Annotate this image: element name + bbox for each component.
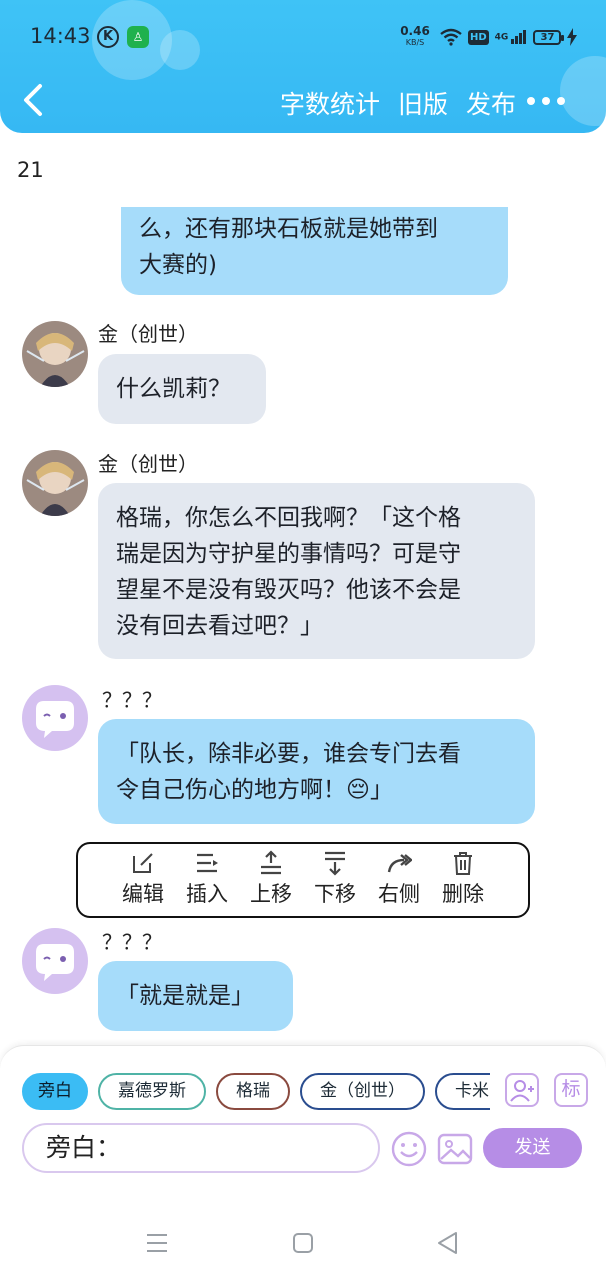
message-bubble[interactable]: 「就是就是」 [98, 961, 293, 1031]
menu-icon[interactable] [146, 1233, 168, 1253]
message-text: 大赛的) [139, 252, 217, 278]
sender-name: 金（创世） [98, 322, 198, 346]
word-count-button[interactable]: 字数统计 [280, 85, 380, 121]
k-app-icon: K [97, 26, 119, 48]
message-text: 瑞是因为守护星的事情吗？可是守 [116, 541, 461, 567]
message-action-toolbar: 编辑 插入 上移 下移 右侧 删除 [76, 842, 530, 918]
avatar[interactable] [22, 685, 88, 751]
net-speed-unit: KB/S [405, 38, 425, 47]
character-chip[interactable]: 卡米 [435, 1073, 490, 1110]
emoji-icon[interactable] [390, 1130, 428, 1168]
message-bubble[interactable]: 什么凯莉？ [98, 354, 266, 424]
app-notification-icon: ♙ [127, 26, 149, 48]
net-speed: 0.46 KB/S [400, 24, 430, 48]
edit-button[interactable]: 编辑 [113, 850, 173, 916]
back-nav-icon[interactable] [436, 1231, 458, 1255]
message-input[interactable]: 旁白： [22, 1123, 380, 1173]
home-icon[interactable] [292, 1232, 314, 1254]
character-chip[interactable]: 格瑞 [216, 1073, 290, 1110]
signal-bars-icon [511, 30, 527, 44]
unknown-avatar-icon [36, 701, 74, 738]
character-chip[interactable]: 嘉德罗斯 [98, 1073, 206, 1110]
sender-name: ？？？ [102, 930, 162, 954]
wifi-icon [440, 28, 462, 46]
move-up-label: 上移 [250, 882, 292, 906]
unknown-avatar-icon [36, 944, 74, 981]
sender-name: 金（创世） [98, 452, 198, 476]
header-actions: 字数统计 旧版 发布 [280, 85, 516, 121]
forward-icon [387, 854, 412, 873]
avatar[interactable] [22, 450, 88, 516]
message-text: 什么凯莉？ [116, 376, 231, 402]
message-text: 格瑞，你怎么不回我啊？「这个格 [116, 505, 461, 531]
edit-label: 编辑 [122, 882, 164, 906]
message-text: 「队长，除非必要，谁会专门去看 [116, 741, 461, 767]
move-up-icon [261, 850, 281, 875]
character-avatar-icon [22, 321, 88, 387]
back-arrow-icon[interactable] [20, 82, 48, 118]
insert-button[interactable]: 插入 [177, 850, 237, 916]
chapter-count: 21 [17, 158, 44, 182]
edit-icon [133, 853, 153, 873]
move-up-button[interactable]: 上移 [241, 850, 301, 916]
right-side-label: 右侧 [378, 882, 420, 906]
system-nav-bar [0, 1205, 606, 1280]
status-time: 14:43 [30, 24, 91, 48]
image-icon[interactable] [436, 1130, 474, 1168]
net-speed-value: 0.46 [400, 24, 430, 38]
sender-name: ？？？ [102, 688, 162, 712]
trash-icon [454, 852, 472, 875]
publish-button[interactable]: 发布 [466, 85, 516, 121]
move-down-icon [325, 851, 345, 876]
charging-icon [567, 28, 578, 46]
message-text: 么，还有那块石板就是她带到 [139, 216, 438, 242]
hd-icon: HD [468, 29, 489, 45]
message-bubble[interactable]: 「队长，除非必要，谁会专门去看 令自己伤心的地方啊！😔」 [98, 719, 535, 824]
avatar[interactable] [22, 928, 88, 994]
add-character-button[interactable] [505, 1073, 539, 1107]
decor-bubble [560, 56, 606, 126]
battery-icon: 37 [533, 29, 565, 45]
more-icon[interactable] [526, 96, 566, 106]
old-version-button[interactable]: 旧版 [398, 85, 448, 121]
character-avatar-icon [22, 450, 88, 516]
message-bubble[interactable]: 么，还有那块石板就是她带到 大赛的) [121, 207, 508, 295]
message-bubble[interactable]: 格瑞，你怎么不回我啊？「这个格 瑞是因为守护星的事情吗？可是守 望星不是没有毁灭… [98, 483, 535, 659]
insert-icon [197, 853, 218, 873]
right-side-button[interactable]: 右侧 [369, 850, 429, 916]
compose-panel: 旁白 嘉德罗斯 格瑞 金（创世） 卡米 标 旁白： 发送 [0, 1045, 606, 1205]
insert-label: 插入 [186, 882, 228, 906]
add-person-icon [510, 1080, 534, 1102]
send-button[interactable]: 发送 [483, 1128, 582, 1168]
move-down-label: 下移 [314, 882, 356, 906]
header-bar: 14:43 K ♙ 0.46 KB/S HD 4G 37 字数统计 旧版 发布 [0, 0, 606, 133]
character-chip-narrator[interactable]: 旁白 [22, 1073, 88, 1110]
character-selector: 旁白 嘉德罗斯 格瑞 金（创世） 卡米 [22, 1073, 490, 1113]
message-text: 望星不是没有毁灭吗？他该不会是 [116, 577, 461, 603]
character-chip[interactable]: 金（创世） [300, 1073, 425, 1110]
signal-icon: 4G [495, 30, 528, 44]
decor-bubble [160, 30, 200, 70]
delete-label: 删除 [442, 882, 484, 906]
avatar[interactable] [22, 321, 88, 387]
label-button[interactable]: 标 [554, 1073, 588, 1107]
move-down-button[interactable]: 下移 [305, 850, 365, 916]
delete-button[interactable]: 删除 [433, 850, 493, 916]
message-text: 令自己伤心的地方啊！😔」 [116, 777, 393, 803]
signal-label: 4G [494, 32, 509, 43]
status-icons: HD 4G 37 [440, 26, 578, 48]
message-text: 「就是就是」 [116, 983, 254, 1009]
message-text: 没有回去看过吧？」 [116, 613, 323, 639]
